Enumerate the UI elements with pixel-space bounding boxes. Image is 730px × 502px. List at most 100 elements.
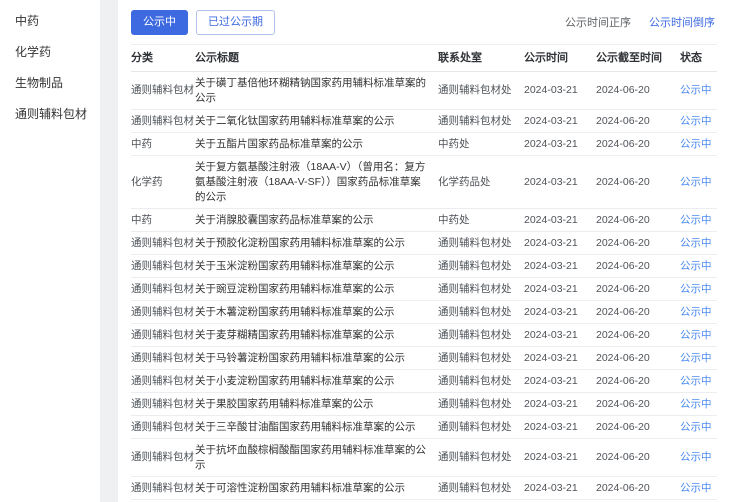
table-row[interactable]: 通则辅料包材 关于豌豆淀粉国家药用辅料标准草案的公示 通则辅料包材处 2024-… [131,278,717,301]
status-link[interactable]: 公示中 [680,176,712,188]
table-header: 分类 公示标题 联系处室 公示时间 公示截至时间 状态 [131,45,717,72]
row-status: 公示中 [680,156,717,209]
row-category: 通则辅料包材 [131,324,195,347]
table-row[interactable]: 中药 关于五酯片国家药品标准草案的公示 中药处 2024-03-21 2024-… [131,133,717,156]
row-publish-date: 2024-03-21 [524,477,596,500]
row-publish-date: 2024-03-21 [524,133,596,156]
row-status: 公示中 [680,324,717,347]
sort-time-ascending-link[interactable]: 公示时间正序 [565,14,631,30]
status-link[interactable]: 公示中 [680,398,712,410]
header-publish-date: 公示时间 [524,45,596,72]
row-category: 通则辅料包材 [131,301,195,324]
row-contact-office: 通则辅料包材处 [438,416,524,439]
row-title: 关于磺丁基倍他环糊精钠国家药用辅料标准草案的公示 [195,72,438,110]
toolbar: 公示中 已过公示期 公示时间正序 公示时间倒序 [131,0,717,44]
row-publish-date: 2024-03-21 [524,209,596,232]
table-row[interactable]: 通则辅料包材 关于马铃薯淀粉国家药用辅料标准草案的公示 通则辅料包材处 2024… [131,347,717,370]
sort-time-descending-link[interactable]: 公示时间倒序 [649,14,715,30]
status-link[interactable]: 公示中 [680,115,712,127]
tab-past-announcement[interactable]: 已过公示期 [196,10,275,35]
row-status: 公示中 [680,477,717,500]
header-status: 状态 [680,45,717,72]
sidebar-item-excipient-packaging[interactable]: 通则辅料包材 [0,99,100,130]
row-status: 公示中 [680,133,717,156]
status-link[interactable]: 公示中 [680,421,712,433]
table-row[interactable]: 通则辅料包材 关于预胶化淀粉国家药用辅料标准草案的公示 通则辅料包材处 2024… [131,232,717,255]
row-category: 通则辅料包材 [131,110,195,133]
row-publish-date: 2024-03-21 [524,110,596,133]
sidebar-item-chemical-drug[interactable]: 化学药 [0,37,100,68]
row-title: 关于小麦淀粉国家药用辅料标准草案的公示 [195,370,438,393]
status-link[interactable]: 公示中 [680,482,712,494]
row-status: 公示中 [680,416,717,439]
status-link[interactable]: 公示中 [680,237,712,249]
row-category: 化学药 [131,156,195,209]
row-title: 关于可溶性淀粉国家药用辅料标准草案的公示 [195,477,438,500]
row-status: 公示中 [680,72,717,110]
sort-controls: 公示时间正序 公示时间倒序 [565,14,717,30]
row-publish-date: 2024-03-21 [524,156,596,209]
row-contact-office: 化学药品处 [438,156,524,209]
row-contact-office: 通则辅料包材处 [438,232,524,255]
status-link[interactable]: 公示中 [680,138,712,150]
table-row[interactable]: 通则辅料包材 关于二氧化钛国家药用辅料标准草案的公示 通则辅料包材处 2024-… [131,110,717,133]
row-title: 关于二氧化钛国家药用辅料标准草案的公示 [195,110,438,133]
table-row[interactable]: 通则辅料包材 关于果胶国家药用辅料标准草案的公示 通则辅料包材处 2024-03… [131,393,717,416]
row-title: 关于豌豆淀粉国家药用辅料标准草案的公示 [195,278,438,301]
table-row[interactable]: 通则辅料包材 关于木薯淀粉国家药用辅料标准草案的公示 通则辅料包材处 2024-… [131,301,717,324]
status-link[interactable]: 公示中 [680,451,712,463]
table-row[interactable]: 通则辅料包材 关于抗坏血酸棕榈酸酯国家药用辅料标准草案的公示 通则辅料包材处 2… [131,439,717,477]
announcement-table-body: 通则辅料包材 关于磺丁基倍他环糊精钠国家药用辅料标准草案的公示 通则辅料包材处 … [131,72,717,502]
row-contact-office: 中药处 [438,209,524,232]
status-link[interactable]: 公示中 [680,352,712,364]
tab-in-announcement[interactable]: 公示中 [131,10,188,35]
row-title: 关于抗坏血酸棕榈酸酯国家药用辅料标准草案的公示 [195,439,438,477]
row-deadline: 2024-06-20 [596,110,680,133]
row-contact-office: 通则辅料包材处 [438,110,524,133]
row-title: 关于预胶化淀粉国家药用辅料标准草案的公示 [195,232,438,255]
row-category: 中药 [131,133,195,156]
row-contact-office: 通则辅料包材处 [438,278,524,301]
row-deadline: 2024-06-20 [596,133,680,156]
row-category: 通则辅料包材 [131,416,195,439]
row-category: 通则辅料包材 [131,393,195,416]
status-link[interactable]: 公示中 [680,306,712,318]
announcement-page: 中药 化学药 生物制品 通则辅料包材 公示中 已过公示期 公示时间正序 公示时间… [0,0,730,502]
table-row[interactable]: 通则辅料包材 关于磺丁基倍他环糊精钠国家药用辅料标准草案的公示 通则辅料包材处 … [131,72,717,110]
row-deadline: 2024-06-20 [596,393,680,416]
status-link[interactable]: 公示中 [680,84,712,96]
status-link[interactable]: 公示中 [680,260,712,272]
row-deadline: 2024-06-20 [596,72,680,110]
table-row[interactable]: 通则辅料包材 关于三辛酸甘油酯国家药用辅料标准草案的公示 通则辅料包材处 202… [131,416,717,439]
sidebar-item-tcm[interactable]: 中药 [0,6,100,37]
row-publish-date: 2024-03-21 [524,324,596,347]
row-category: 通则辅料包材 [131,477,195,500]
status-link[interactable]: 公示中 [680,214,712,226]
row-publish-date: 2024-03-21 [524,393,596,416]
table-row[interactable]: 通则辅料包材 关于小麦淀粉国家药用辅料标准草案的公示 通则辅料包材处 2024-… [131,370,717,393]
row-contact-office: 通则辅料包材处 [438,255,524,278]
row-title: 关于五酯片国家药品标准草案的公示 [195,133,438,156]
row-publish-date: 2024-03-21 [524,301,596,324]
table-row[interactable]: 通则辅料包材 关于麦芽糊精国家药用辅料标准草案的公示 通则辅料包材处 2024-… [131,324,717,347]
row-deadline: 2024-06-20 [596,301,680,324]
row-status: 公示中 [680,110,717,133]
row-publish-date: 2024-03-21 [524,232,596,255]
status-link[interactable]: 公示中 [680,329,712,341]
table-row[interactable]: 化学药 关于复方氨基酸注射液（18AA-V）（曾用名：复方氨基酸注射液（18AA… [131,156,717,209]
row-contact-office: 通则辅料包材处 [438,477,524,500]
row-deadline: 2024-06-20 [596,278,680,301]
table-row[interactable]: 通则辅料包材 关于可溶性淀粉国家药用辅料标准草案的公示 通则辅料包材处 2024… [131,477,717,500]
status-link[interactable]: 公示中 [680,283,712,295]
sidebar-item-biological-product[interactable]: 生物制品 [0,68,100,99]
status-link[interactable]: 公示中 [680,375,712,387]
row-status: 公示中 [680,301,717,324]
row-publish-date: 2024-03-21 [524,278,596,301]
table-row[interactable]: 通则辅料包材 关于玉米淀粉国家药用辅料标准草案的公示 通则辅料包材处 2024-… [131,255,717,278]
row-category: 通则辅料包材 [131,255,195,278]
row-deadline: 2024-06-20 [596,439,680,477]
row-status: 公示中 [680,370,717,393]
row-deadline: 2024-06-20 [596,477,680,500]
row-deadline: 2024-06-20 [596,255,680,278]
table-row[interactable]: 中药 关于消腺胶囊国家药品标准草案的公示 中药处 2024-03-21 2024… [131,209,717,232]
